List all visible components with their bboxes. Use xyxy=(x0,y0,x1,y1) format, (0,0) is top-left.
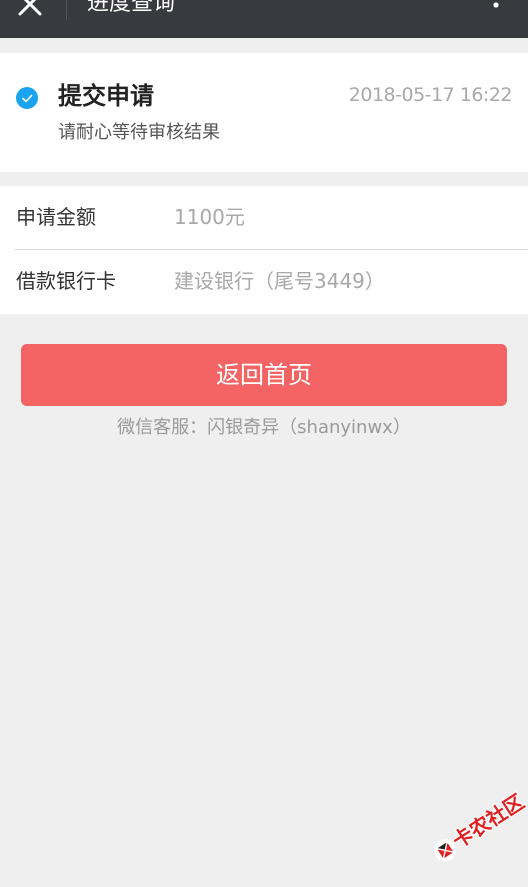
amount-label: 申请金额 xyxy=(16,205,96,229)
bank-card-label: 借款银行卡 xyxy=(16,269,116,293)
status-card: 提交申请 2018-05-17 16:22 请耐心等待审核结果 xyxy=(0,53,528,172)
info-row-bank-card: 借款银行卡 建设银行（尾号3449） xyxy=(0,250,528,313)
customer-service-text: 微信客服：闪银奇异（shanyinwx） xyxy=(117,417,411,438)
amount-value: 1100元 xyxy=(174,205,245,229)
page-title: 进度查询 xyxy=(87,0,176,16)
status-description: 请耐心等待审核结果 xyxy=(58,122,220,143)
back-home-button[interactable]: 返回首页 xyxy=(21,344,507,406)
watermark: 卡农社区 xyxy=(413,769,528,886)
top-nav-bar: 进度查询 xyxy=(0,0,528,38)
status-title: 提交申请 xyxy=(58,82,154,110)
nav-divider xyxy=(66,0,67,20)
watermark-text: 卡农社区 xyxy=(448,789,528,854)
close-icon[interactable] xyxy=(14,0,46,20)
status-timestamp: 2018-05-17 16:22 xyxy=(348,84,513,106)
info-row-amount: 申请金额 1100元 xyxy=(0,186,528,249)
check-circle-icon xyxy=(16,87,38,109)
more-vertical-icon[interactable] xyxy=(492,0,500,18)
bank-card-value: 建设银行（尾号3449） xyxy=(174,269,385,293)
loan-info-card: 申请金额 1100元 借款银行卡 建设银行（尾号3449） xyxy=(0,186,528,314)
